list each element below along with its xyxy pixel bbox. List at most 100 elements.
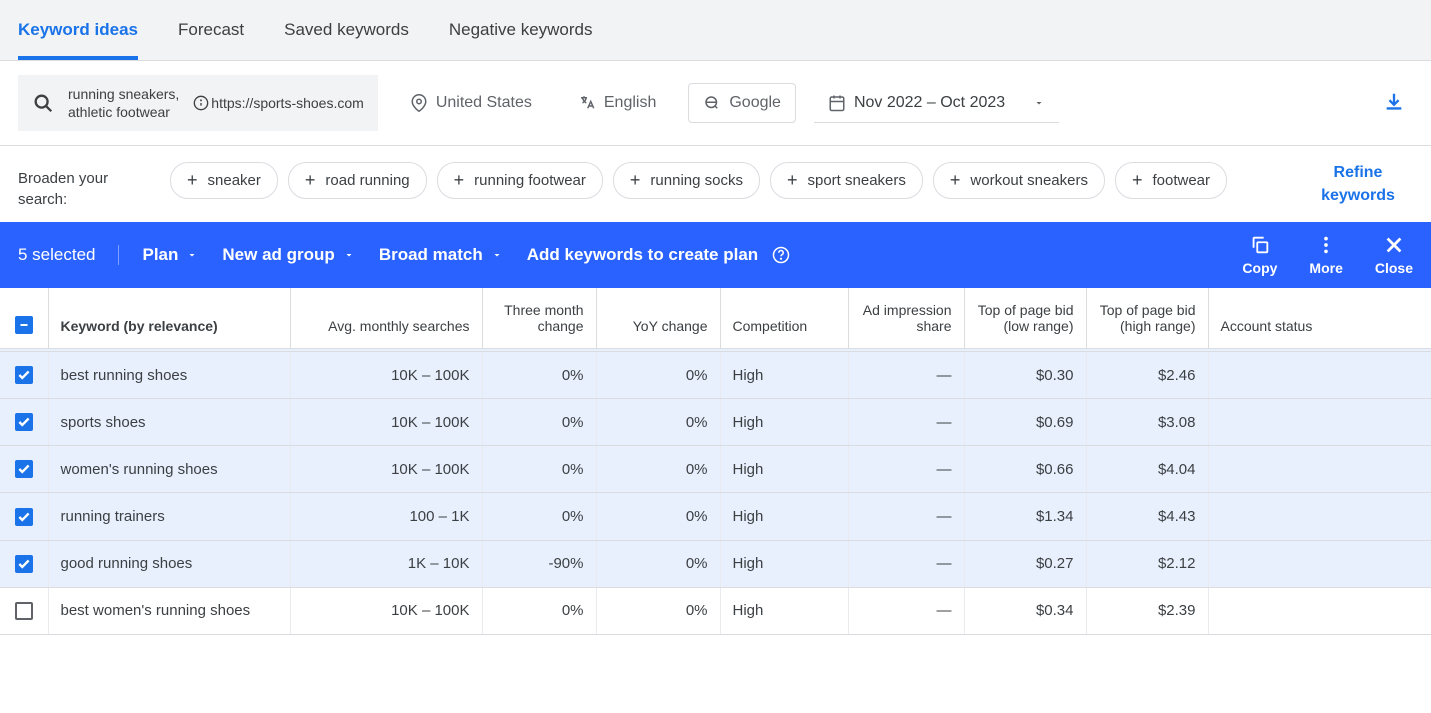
- select-all-checkbox[interactable]: [15, 316, 33, 334]
- broaden-search-row: Broaden your search: +sneaker+road runni…: [0, 146, 1431, 222]
- help-icon[interactable]: [772, 246, 790, 264]
- broad-match-dropdown[interactable]: Broad match: [379, 245, 503, 265]
- info-icon: [193, 95, 209, 111]
- download-button[interactable]: [1375, 83, 1413, 124]
- cell-bid-high: $4.04: [1086, 446, 1208, 493]
- header-account-status[interactable]: Account status: [1208, 288, 1431, 349]
- download-icon: [1383, 91, 1405, 113]
- cell-three-month: -90%: [482, 540, 596, 587]
- selection-action-bar: 5 selected Plan New ad group Broad match…: [0, 222, 1431, 288]
- plus-icon: +: [787, 170, 798, 191]
- cell-yoy: 0%: [596, 352, 720, 399]
- search-seed-box[interactable]: running sneakers, athletic footwear http…: [18, 75, 378, 131]
- keyword-ideas-table: Keyword (by relevance) Avg. monthly sear…: [0, 288, 1431, 634]
- plan-dropdown[interactable]: Plan: [143, 245, 199, 265]
- table-row[interactable]: women's running shoes10K – 100K0%0%High—…: [0, 446, 1431, 493]
- header-avg-searches[interactable]: Avg. monthly searches: [290, 288, 482, 349]
- pill-label: workout sneakers: [970, 172, 1088, 189]
- seed-keywords: running sneakers, athletic footwear: [68, 85, 179, 121]
- close-button[interactable]: Close: [1375, 234, 1413, 276]
- cell-yoy: 0%: [596, 493, 720, 540]
- broaden-pill[interactable]: +workout sneakers: [933, 162, 1105, 199]
- broaden-pill[interactable]: +footwear: [1115, 162, 1227, 199]
- table-row[interactable]: best women's running shoes10K – 100K0%0%…: [0, 587, 1431, 634]
- cell-competition: High: [720, 493, 848, 540]
- cell-account-status: [1208, 352, 1431, 399]
- selected-count: 5 selected: [18, 245, 119, 265]
- row-checkbox[interactable]: [15, 555, 33, 573]
- cell-keyword: running trainers: [48, 493, 290, 540]
- more-vertical-icon: [1315, 234, 1337, 256]
- language-filter[interactable]: English: [564, 84, 670, 122]
- cell-yoy: 0%: [596, 446, 720, 493]
- header-three-month[interactable]: Three month change: [482, 288, 596, 349]
- table-row[interactable]: good running shoes1K – 10K-90%0%High—$0.…: [0, 540, 1431, 587]
- pill-label: sneaker: [208, 172, 261, 189]
- cell-competition: High: [720, 446, 848, 493]
- cell-account-status: [1208, 587, 1431, 634]
- cell-ad-impression: —: [848, 587, 964, 634]
- chevron-down-icon: [1033, 97, 1045, 109]
- table-row[interactable]: best running shoes10K – 100K0%0%High—$0.…: [0, 352, 1431, 399]
- row-checkbox[interactable]: [15, 413, 33, 431]
- cell-ad-impression: —: [848, 493, 964, 540]
- chevron-down-icon: [343, 249, 355, 261]
- row-checkbox[interactable]: [15, 508, 33, 526]
- header-bid-high[interactable]: Top of page bid (high range): [1086, 288, 1208, 349]
- cell-three-month: 0%: [482, 493, 596, 540]
- refine-keywords-link[interactable]: Refine keywords: [1303, 162, 1413, 207]
- header-keyword[interactable]: Keyword (by relevance): [48, 288, 290, 349]
- cell-bid-low: $1.34: [964, 493, 1086, 540]
- date-range-picker[interactable]: Nov 2022 – Oct 2023: [814, 84, 1059, 123]
- header-checkbox-cell: [0, 288, 48, 349]
- pill-label: running footwear: [474, 172, 586, 189]
- cell-ad-impression: —: [848, 399, 964, 446]
- close-icon: [1383, 234, 1405, 256]
- seed-keywords-line2: athletic footwear: [68, 103, 179, 121]
- broaden-pill[interactable]: +sneaker: [170, 162, 278, 199]
- cell-three-month: 0%: [482, 399, 596, 446]
- broaden-pill[interactable]: + road running: [288, 162, 427, 199]
- cell-ad-impression: —: [848, 352, 964, 399]
- tab-forecast[interactable]: Forecast: [178, 0, 244, 60]
- more-button[interactable]: More: [1309, 234, 1342, 276]
- cell-bid-low: $0.27: [964, 540, 1086, 587]
- filters-row: running sneakers, athletic footwear http…: [0, 61, 1431, 146]
- header-yoy[interactable]: YoY change: [596, 288, 720, 349]
- header-competition[interactable]: Competition: [720, 288, 848, 349]
- pill-label: sport sneakers: [808, 172, 906, 189]
- cell-ad-impression: —: [848, 540, 964, 587]
- tab-negative-keywords[interactable]: Negative keywords: [449, 0, 593, 60]
- cell-keyword: best running shoes: [48, 352, 290, 399]
- tab-saved-keywords[interactable]: Saved keywords: [284, 0, 409, 60]
- cell-avg-searches: 10K – 100K: [290, 352, 482, 399]
- copy-icon: [1249, 234, 1271, 256]
- add-keywords-button[interactable]: Add keywords to create plan: [527, 245, 790, 265]
- broaden-pill[interactable]: +running socks: [613, 162, 760, 199]
- row-checkbox[interactable]: [15, 602, 33, 620]
- row-checkbox[interactable]: [15, 366, 33, 384]
- tab-keyword-ideas[interactable]: Keyword ideas: [18, 0, 138, 60]
- broaden-pill[interactable]: + sport sneakers: [770, 162, 923, 199]
- pill-label: road running: [325, 172, 409, 189]
- cell-yoy: 0%: [596, 399, 720, 446]
- cell-bid-high: $2.46: [1086, 352, 1208, 399]
- header-ad-impression[interactable]: Ad impression share: [848, 288, 964, 349]
- cell-avg-searches: 10K – 100K: [290, 587, 482, 634]
- row-checkbox[interactable]: [15, 460, 33, 478]
- table-row[interactable]: running trainers100 – 1K0%0%High—$1.34$4…: [0, 493, 1431, 540]
- location-filter[interactable]: United States: [396, 84, 546, 122]
- cell-competition: High: [720, 587, 848, 634]
- network-label: Google: [729, 94, 781, 112]
- new-ad-group-dropdown[interactable]: New ad group: [222, 245, 354, 265]
- seed-site: https://sports-shoes.com: [193, 95, 364, 111]
- cell-competition: High: [720, 540, 848, 587]
- table-header-row: Keyword (by relevance) Avg. monthly sear…: [0, 288, 1431, 349]
- plus-icon: +: [305, 170, 316, 191]
- search-icon: [32, 92, 54, 114]
- network-filter[interactable]: Google: [688, 83, 796, 123]
- broaden-pill[interactable]: +running footwear: [437, 162, 603, 199]
- copy-button[interactable]: Copy: [1242, 234, 1277, 276]
- header-bid-low[interactable]: Top of page bid (low range): [964, 288, 1086, 349]
- table-row[interactable]: sports shoes10K – 100K0%0%High—$0.69$3.0…: [0, 399, 1431, 446]
